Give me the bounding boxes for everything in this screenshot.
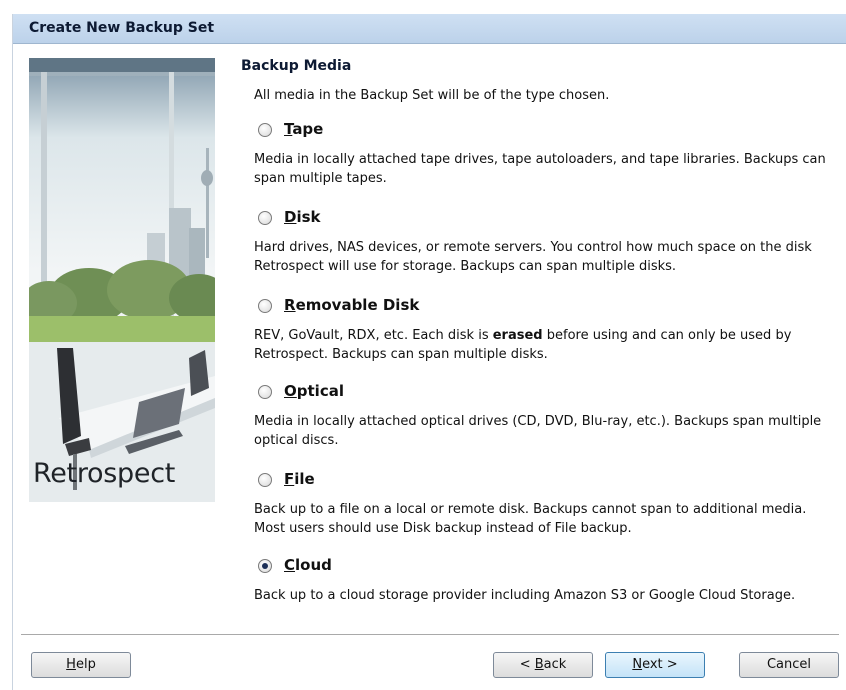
cancel-button[interactable]: Cancel <box>739 652 839 678</box>
option-removable-disk-header[interactable]: Removable Disk <box>254 296 837 318</box>
removable-disk-label[interactable]: Removable Disk <box>284 296 419 314</box>
option-cloud[interactable]: Cloud Back up to a cloud storage provide… <box>254 556 837 603</box>
dialog-title: Create New Backup Set <box>29 20 215 36</box>
retrospect-logo-text: Retrospect <box>33 458 176 489</box>
office-scene-graphic <box>29 58 215 502</box>
file-description: Back up to a file on a local or remote d… <box>254 502 807 536</box>
cloud-label[interactable]: Cloud <box>284 556 332 574</box>
cloud-radio[interactable] <box>258 559 272 573</box>
next-button[interactable]: Next > <box>605 652 705 678</box>
option-optical-header[interactable]: Optical <box>254 382 837 404</box>
option-removable-disk[interactable]: Removable Disk REV, GoVault, RDX, etc. E… <box>254 296 837 362</box>
disk-label[interactable]: Disk <box>284 208 321 226</box>
backup-media-heading: Backup Media <box>241 58 352 74</box>
option-file-header[interactable]: File <box>254 470 837 492</box>
option-tape-header[interactable]: Tape <box>254 120 837 142</box>
tape-label[interactable]: Tape <box>284 120 323 138</box>
office-illustration: Retrospect <box>29 58 215 502</box>
optical-label[interactable]: Optical <box>284 382 344 400</box>
tape-description: Media in locally attached tape drives, t… <box>254 152 826 186</box>
removable-disk-radio[interactable] <box>258 299 272 313</box>
optical-description: Media in locally attached optical drives… <box>254 414 822 448</box>
erased-emphasis: erased <box>492 328 543 343</box>
help-button[interactable]: Help <box>31 652 131 678</box>
option-file[interactable]: File Back up to a file on a local or rem… <box>254 470 837 536</box>
option-cloud-header[interactable]: Cloud <box>254 556 837 578</box>
removable-disk-description: REV, GoVault, RDX, etc. Each disk is era… <box>254 328 792 362</box>
tape-radio[interactable] <box>258 123 272 137</box>
disk-radio[interactable] <box>258 211 272 225</box>
optical-radio[interactable] <box>258 385 272 399</box>
cloud-description: Back up to a cloud storage provider incl… <box>254 588 796 603</box>
option-tape[interactable]: Tape Media in locally attached tape driv… <box>254 120 837 186</box>
footer-divider <box>21 634 839 635</box>
file-radio[interactable] <box>258 473 272 487</box>
create-backup-set-dialog: Create New Backup Set Retrospect Backup … <box>12 14 846 690</box>
title-bar: Create New Backup Set <box>13 14 846 44</box>
option-optical[interactable]: Optical Media in locally attached optica… <box>254 382 837 448</box>
disk-description: Hard drives, NAS devices, or remote serv… <box>254 240 812 274</box>
back-button[interactable]: < Back <box>493 652 593 678</box>
option-disk[interactable]: Disk Hard drives, NAS devices, or remote… <box>254 208 837 274</box>
file-label[interactable]: File <box>284 470 315 488</box>
backup-media-description: All media in the Backup Set will be of t… <box>254 88 610 103</box>
option-disk-header[interactable]: Disk <box>254 208 837 230</box>
